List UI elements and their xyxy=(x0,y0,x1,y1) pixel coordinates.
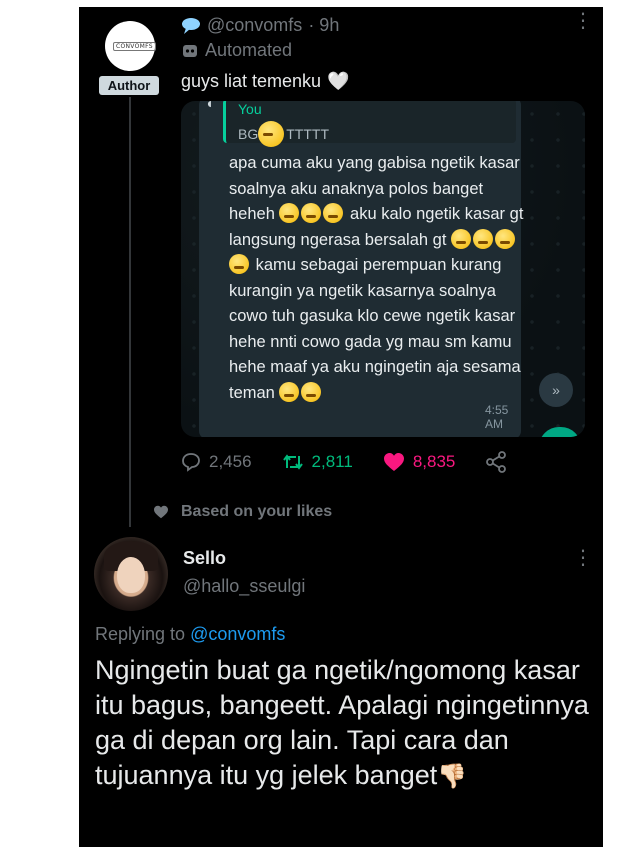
more-options-icon[interactable]: ⋮ xyxy=(573,11,593,31)
share-button[interactable] xyxy=(485,451,507,473)
tweet-header: @convomfs · 9h xyxy=(181,15,339,36)
pleading-face-icon xyxy=(301,203,322,223)
based-on-likes: Based on your likes xyxy=(153,503,332,521)
quote-author: You xyxy=(238,101,262,117)
message-time: 4:55 AM xyxy=(485,403,509,431)
laughing-face-icon xyxy=(301,381,322,402)
author-handle[interactable]: @convomfs xyxy=(207,15,302,36)
grimacing-face-icon xyxy=(473,228,493,249)
tongue-face-emoji-icon xyxy=(258,121,285,147)
tweet-actions: 2,456 2,811 8,835 xyxy=(181,451,521,473)
quote-text-start: BG xyxy=(238,126,259,142)
automated-label: Automated xyxy=(181,40,292,61)
display-name[interactable]: Sello xyxy=(183,548,226,569)
heart-small-icon xyxy=(154,505,168,519)
reply-icon xyxy=(182,453,200,472)
more-options-icon[interactable]: ⋮ xyxy=(573,545,593,570)
quoted-message: You BG TTTTT xyxy=(223,101,516,147)
reply-count: 2,456 xyxy=(209,452,252,471)
reply-text: Ngingetin buat ga ngetik/ngomong kasar i… xyxy=(95,653,595,794)
tweet-screen: CONVOMFS Author @convomfs · 9h Automated… xyxy=(79,7,603,847)
tweet-time[interactable]: · 9h xyxy=(308,15,339,36)
tweet-text: guys liat temenku 🤍 xyxy=(181,71,350,92)
like-count: 8,835 xyxy=(412,452,456,471)
quote-text: BG TTTTT xyxy=(238,121,329,147)
speech-bubble-icon xyxy=(182,17,200,34)
like-button[interactable]: 8,835 xyxy=(383,452,456,472)
message-bubble: ◖ You BG TTTTT apa cuma aku yang gabisa … xyxy=(199,101,523,437)
grimacing-face-icon xyxy=(451,228,471,249)
avatar[interactable] xyxy=(94,537,168,611)
share-icon xyxy=(486,451,507,473)
avatar[interactable]: CONVOMFS xyxy=(105,21,156,71)
thumbs-down-icon: 👎🏻 xyxy=(437,763,468,790)
grimacing-face-icon xyxy=(495,228,515,249)
white-heart-icon: 🤍 xyxy=(327,71,350,91)
bot-icon xyxy=(183,44,197,57)
tweet-image[interactable]: ◖ You BG TTTTT apa cuma aku yang gabisa … xyxy=(181,101,585,437)
retweet-count: 2,811 xyxy=(311,452,353,471)
message-part: kamu sebagai perempuan kurang kurangin y… xyxy=(229,256,521,402)
avatar-face xyxy=(117,557,145,593)
replying-prefix: Replying to xyxy=(95,624,186,644)
grimacing-face-icon xyxy=(229,254,249,274)
user-handle[interactable]: @hallo_sseulgi xyxy=(183,576,305,597)
heart-icon xyxy=(383,453,404,471)
reply-button[interactable]: 2,456 xyxy=(181,452,252,472)
laughing-face-icon xyxy=(279,381,300,402)
based-on-likes-text: Based on your likes xyxy=(181,503,333,520)
quote-text-end: TTTTT xyxy=(286,126,329,142)
automated-text: Automated xyxy=(205,40,293,60)
retweet-icon xyxy=(282,454,303,470)
scroll-down-icon: » xyxy=(539,373,573,407)
thread-line xyxy=(129,97,131,527)
avatar-logo: CONVOMFS xyxy=(113,42,156,51)
pleading-face-icon xyxy=(279,203,300,223)
replying-to: Replying to @convomfs xyxy=(95,624,285,645)
retweet-button[interactable]: 2,811 xyxy=(282,452,353,472)
reply-body: Ngingetin buat ga ngetik/ngomong kasar i… xyxy=(95,655,589,790)
pleading-face-icon xyxy=(323,203,344,223)
author-badge: Author xyxy=(99,76,159,95)
bubble-tail-icon: ◖ xyxy=(205,101,214,111)
tweet-body: guys liat temenku xyxy=(181,71,322,91)
replying-handle-link[interactable]: @convomfs xyxy=(190,624,285,644)
message-text: apa cuma aku yang gabisa ngetik kasar so… xyxy=(229,151,529,406)
